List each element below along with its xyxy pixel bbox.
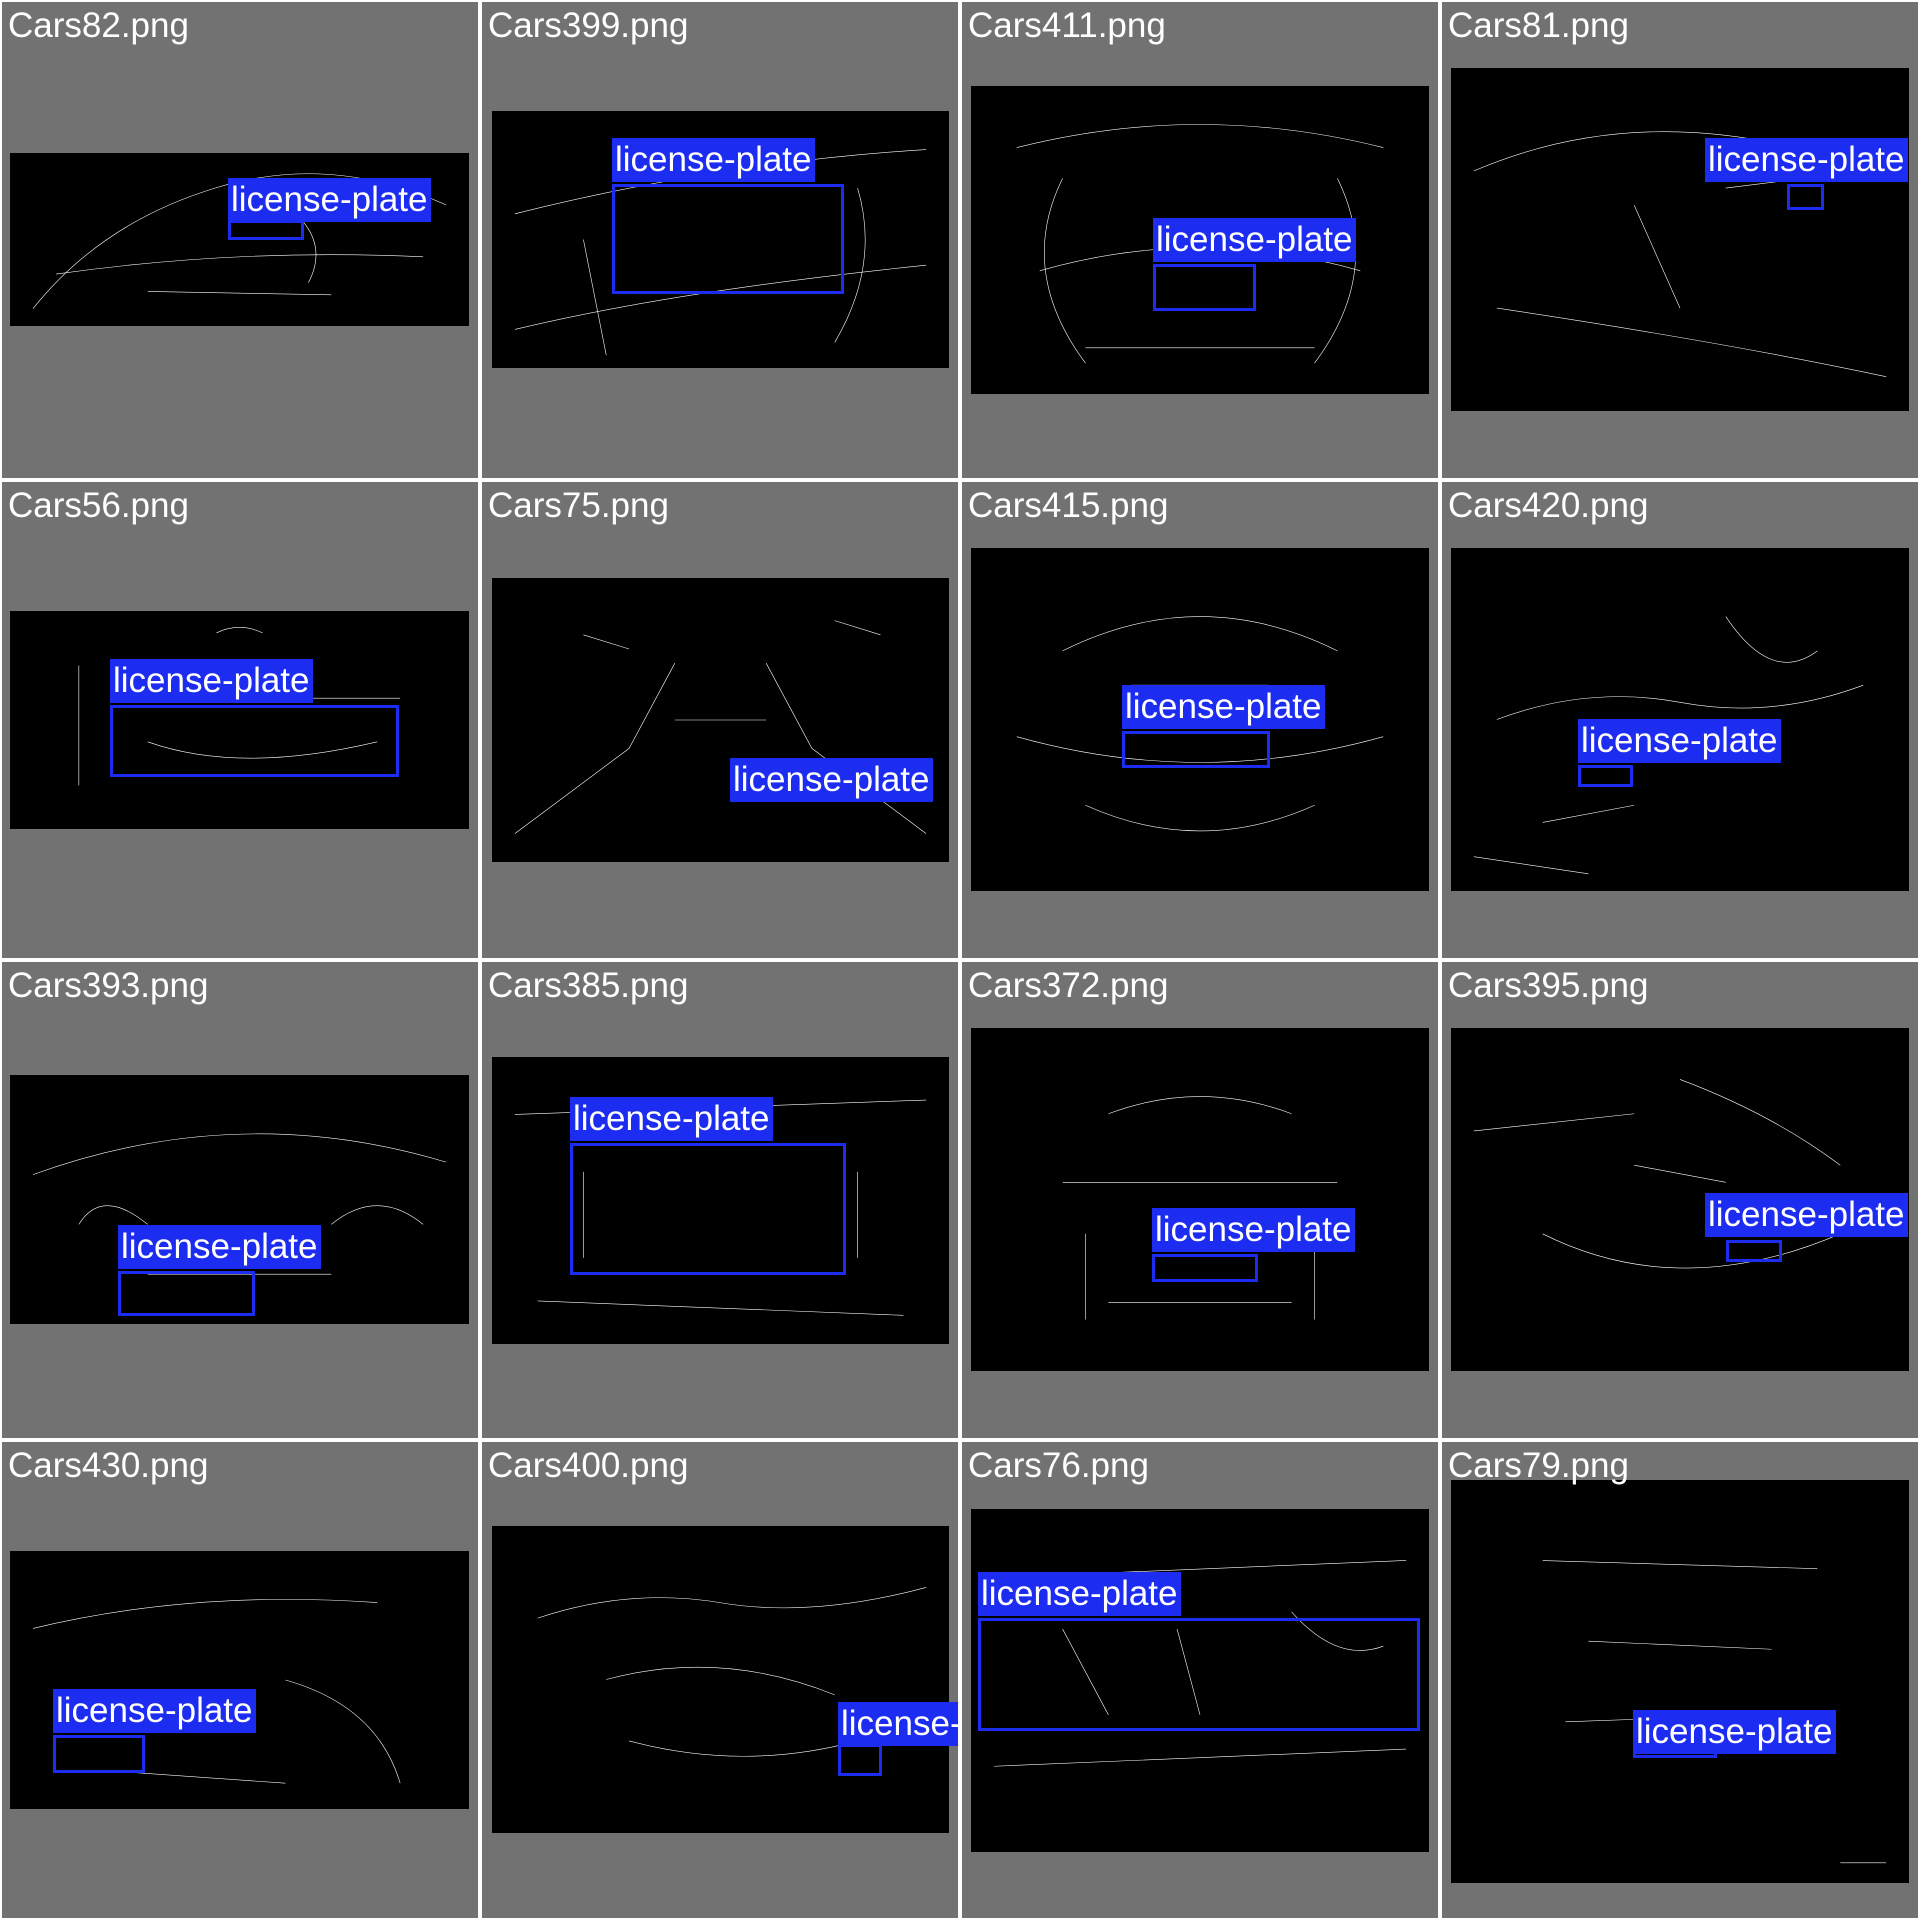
detection-box [53,1735,145,1773]
detection-label: license-plate [570,1097,773,1141]
detection-label: license-plate [1705,138,1908,182]
mosaic-tile: Cars411.png license-plate [962,2,1438,478]
mosaic-tile: Cars393.png license-plate [2,962,478,1438]
detection-label: license-plate [1152,1208,1355,1252]
mosaic-tile: Cars76.png license-plate [962,1442,1438,1918]
mosaic-tile: Cars385.png license-plate [482,962,958,1438]
detection-box [570,1143,846,1275]
detection-label: license-plate [978,1572,1181,1616]
detection-mosaic: Cars82.png license-plate Cars399.png licens… [0,0,1920,1920]
detection-box [1122,731,1270,768]
detection-box [612,184,844,294]
image-filename: Cars372.png [968,966,1169,1005]
detection-label: license-plate [612,138,815,182]
image-filename: Cars415.png [968,486,1169,525]
detection-label: license-plate [730,758,933,802]
detection-label: license-plate [838,1702,958,1746]
mosaic-tile: Cars372.png license-plate [962,962,1438,1438]
image-filename: Cars400.png [488,1446,689,1485]
image-filename: Cars420.png [1448,486,1649,525]
image-filename: Cars82.png [8,6,189,45]
detection-box [1787,184,1824,210]
mosaic-tile: Cars82.png license-plate [2,2,478,478]
mosaic-tile: Cars400.png license-plate [482,1442,958,1918]
mosaic-tile: Cars75.png license-plate [482,482,958,958]
mosaic-tile: Cars415.png license-plate [962,482,1438,958]
image-filename: Cars395.png [1448,966,1649,1005]
detection-box [1153,264,1256,311]
detection-box [978,1618,1420,1731]
image-filename: Cars75.png [488,486,669,525]
detection-label: license-plate [1633,1710,1836,1754]
mosaic-tile: Cars81.png license-plate [1442,2,1918,478]
detection-label: license-plate [53,1689,256,1733]
detection-box [838,1744,882,1776]
edge-map-image [492,578,949,862]
image-filename: Cars399.png [488,6,689,45]
edge-map-image [1451,1480,1909,1883]
image-filename: Cars76.png [968,1446,1149,1485]
edge-map-image [1451,68,1909,411]
detection-box [110,705,399,777]
detection-label: license-plate [228,178,431,222]
detection-label: license-plate [1122,685,1325,729]
edge-map-image [971,1028,1429,1371]
image-filename: Cars81.png [1448,6,1629,45]
detection-label: license-plate [118,1225,321,1269]
mosaic-tile: Cars420.png license-plate [1442,482,1918,958]
mosaic-tile: Cars430.png license-plate [2,1442,478,1918]
image-filename: Cars411.png [968,6,1166,45]
mosaic-tile: Cars79.png license-plate [1442,1442,1918,1918]
mosaic-tile: Cars395.png license-plate [1442,962,1918,1438]
image-filename: Cars393.png [8,966,209,1005]
image-filename: Cars385.png [488,966,689,1005]
detection-box [228,220,304,240]
detection-box [118,1271,255,1316]
image-filename: Cars79.png [1448,1446,1629,1485]
detection-box [1578,765,1633,787]
detection-label: license-plate [1153,218,1356,262]
detection-label: license-plate [1705,1193,1908,1237]
detection-box [1726,1240,1782,1262]
detection-label: license-plate [110,659,313,703]
mosaic-tile: Cars399.png license-plate [482,2,958,478]
edge-map-image [492,1526,949,1833]
image-filename: Cars430.png [8,1446,209,1485]
detection-label: license-plate [1578,719,1781,763]
detection-box [1152,1254,1258,1282]
mosaic-tile: Cars56.png license-plate [2,482,478,958]
image-filename: Cars56.png [8,486,189,525]
